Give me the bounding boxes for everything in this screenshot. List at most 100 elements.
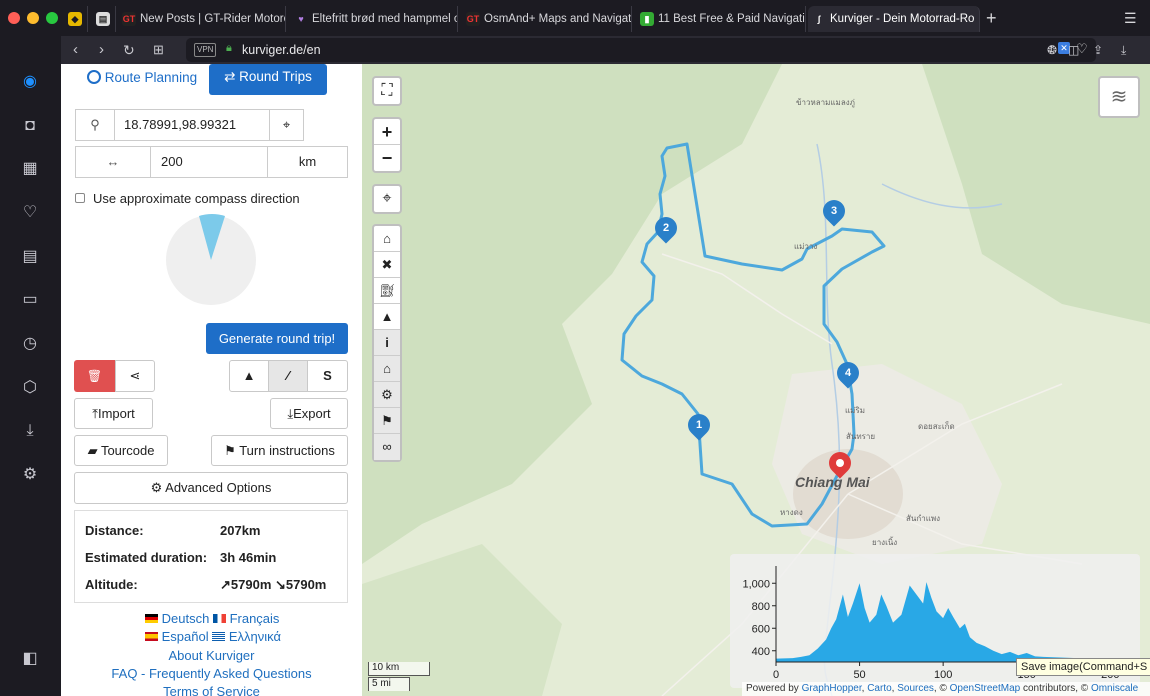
distance-input[interactable]: 200	[150, 146, 268, 178]
lock-icon[interactable]: 🔒︎	[226, 42, 232, 55]
share-button[interactable]: ⋖	[115, 360, 155, 392]
signpost-icon: ⚑	[224, 443, 236, 458]
advanced-options-button[interactable]: ⚙ Advanced Options	[74, 472, 348, 504]
distance-unit[interactable]: km	[267, 146, 348, 178]
binoculars-icon[interactable]: ∞	[374, 434, 400, 460]
flag-icon[interactable]: ⚑	[374, 408, 400, 434]
locate-button[interactable]: ⌖	[269, 109, 304, 141]
fuel-icon[interactable]: ⛽︎	[374, 278, 400, 304]
compass-direction-pie[interactable]	[165, 214, 257, 306]
tab-navigation-apps[interactable]: ▮ 11 Best Free & Paid Navigatio	[636, 6, 806, 32]
grid-icon[interactable]: ▦	[19, 158, 41, 180]
turn-instructions-button[interactable]: ⚑ Turn instructions	[211, 435, 348, 466]
tab-gt-rider[interactable]: GT New Posts | GT-Rider Motorc	[118, 6, 286, 32]
openstreetmap-link[interactable]: OpenStreetMap	[950, 683, 1021, 694]
zoom-out-button[interactable]: −	[374, 145, 400, 171]
mountain-icon[interactable]: ▲	[374, 304, 400, 330]
kurviger-icon: ʃ	[817, 14, 821, 24]
advanced-options-label: Advanced Options	[165, 480, 272, 495]
attribution-text: Powered by	[746, 683, 802, 694]
tab-osmand[interactable]: GT OsmAnd+ Maps and Navigati	[462, 6, 632, 32]
tab-route-planning[interactable]: Route Planning	[87, 70, 197, 85]
map-place-label: แม่ริม	[845, 406, 865, 415]
omniscale-link[interactable]: Omniscale	[1091, 683, 1138, 694]
tab-kurviger[interactable]: ʃ Kurviger - Dein Motorrad-Ro	[808, 6, 980, 32]
info-icon[interactable]: i	[374, 330, 400, 356]
language-greek[interactable]: Ελληνικά	[229, 629, 281, 644]
start-location-input[interactable]: 18.78991,98.99321	[114, 109, 270, 141]
history-icon[interactable]: ◷	[19, 333, 41, 355]
back-button[interactable]: ‹	[73, 41, 78, 59]
extra-curvy-mode-button[interactable]: S	[307, 360, 348, 392]
distance-value: 207km	[220, 523, 261, 538]
browser-nav-bar: ‹ › ↻ ⊞ VPN 🔒︎ kurviger.de/en 1 ✕ ♡ ❂ ◫ …	[61, 36, 1150, 64]
crossed-tools-icon[interactable]: ✖	[374, 252, 400, 278]
map-place-label: แม่วาง	[794, 242, 818, 251]
graphhopper-link[interactable]: GraphHopper	[802, 683, 862, 694]
language-german[interactable]: Deutsch	[162, 611, 210, 626]
tab-label: Kurviger - Dein Motorrad-Ro	[830, 13, 975, 25]
tourcode-button[interactable]: ▰ Tourcode	[74, 435, 168, 466]
tiles-button[interactable]: ⊞	[153, 41, 164, 59]
curvy-mode-button[interactable]: ⁄	[268, 360, 308, 392]
tab-document[interactable]: ▤	[90, 6, 116, 32]
fullscreen-control: ⛶	[372, 76, 402, 106]
camera-icon[interactable]: ◘	[19, 115, 41, 137]
scale-mi: 5 mi	[368, 677, 410, 691]
vpn-badge[interactable]: VPN	[194, 43, 217, 57]
sidebar-toggle-icon[interactable]: ◧	[19, 648, 41, 670]
import-button[interactable]: ⤒Import	[74, 398, 153, 429]
tab-shield[interactable]: ◆	[62, 6, 88, 32]
forward-button[interactable]: ›	[99, 41, 104, 59]
messenger-icon[interactable]: ◉	[19, 71, 41, 93]
delete-button[interactable]: 🗑︎	[74, 360, 115, 392]
fullscreen-icon[interactable]: ⛶	[374, 78, 400, 104]
distance-label: Distance:	[85, 523, 144, 538]
minimize-window-button[interactable]	[27, 12, 39, 24]
tab-round-trips[interactable]: ⇄ Round Trips	[209, 64, 327, 95]
faq-link[interactable]: FAQ - Frequently Asked Questions	[61, 666, 362, 681]
address-bar[interactable]: VPN 🔒︎ kurviger.de/en 1 ✕ ♡	[186, 38, 1096, 62]
compass-label: Use approximate compass direction	[93, 191, 300, 206]
compass-checkbox[interactable]	[75, 193, 85, 203]
downloads-icon[interactable]: ⤓	[1121, 41, 1126, 59]
gear-icon: ⚙	[150, 480, 163, 495]
tab-menu-icon[interactable]: ☰	[1124, 10, 1137, 27]
fastest-mode-button[interactable]: ▲	[229, 360, 269, 392]
carto-link[interactable]: Carto	[867, 683, 891, 694]
share-icon[interactable]: ⇪	[1093, 41, 1103, 59]
language-french[interactable]: Français	[230, 611, 280, 626]
download-icon[interactable]: ⤓	[19, 420, 41, 442]
generate-round-trip-button[interactable]: Generate round trip!	[206, 323, 348, 354]
curve-icon: ⁄	[286, 368, 290, 383]
tab-label: Round Trips	[239, 69, 312, 84]
tab-eltefritt[interactable]: ♥ Eltefritt brød med hampmel o	[290, 6, 458, 32]
turn-instructions-label: Turn instructions	[239, 443, 335, 458]
terms-link[interactable]: Terms of Service	[61, 684, 362, 696]
zoom-in-button[interactable]: +	[374, 119, 400, 145]
settings-icon[interactable]: ⚙	[374, 382, 400, 408]
settings-icon[interactable]: ⚙	[19, 464, 41, 486]
y-tick-label: 800	[752, 601, 770, 613]
map-view[interactable]: ข้าวหลามแมลงภู่ สันทราย ยางเนิ้ง สันกำแพ…	[362, 64, 1150, 696]
home-icon[interactable]: ⌂	[374, 226, 400, 252]
reload-button[interactable]: ↻	[123, 41, 135, 59]
layers-control[interactable]: ≋	[1098, 76, 1140, 118]
close-window-button[interactable]	[8, 12, 20, 24]
maximize-window-button[interactable]	[46, 12, 58, 24]
cast-icon[interactable]: ▭	[19, 289, 41, 311]
cube-icon[interactable]: ⬡	[19, 377, 41, 399]
sources-link[interactable]: Sources	[897, 683, 934, 694]
language-spanish[interactable]: Español	[162, 629, 209, 644]
url-text[interactable]: kurviger.de/en	[242, 43, 321, 57]
battery-icon: ▮	[640, 12, 654, 26]
reader-icon[interactable]: ◫	[1068, 41, 1079, 59]
new-tab-button[interactable]: +	[986, 8, 997, 28]
crosshair-icon[interactable]: ⌖	[374, 186, 400, 212]
extension-icon[interactable]: ❂	[1047, 41, 1057, 59]
export-button[interactable]: ⤓Export	[270, 398, 348, 429]
museum-icon[interactable]: ⌂	[374, 356, 400, 382]
about-link[interactable]: About Kurviger	[61, 648, 362, 663]
heart-icon[interactable]: ♡	[19, 202, 41, 224]
news-icon[interactable]: ▤	[19, 246, 41, 268]
